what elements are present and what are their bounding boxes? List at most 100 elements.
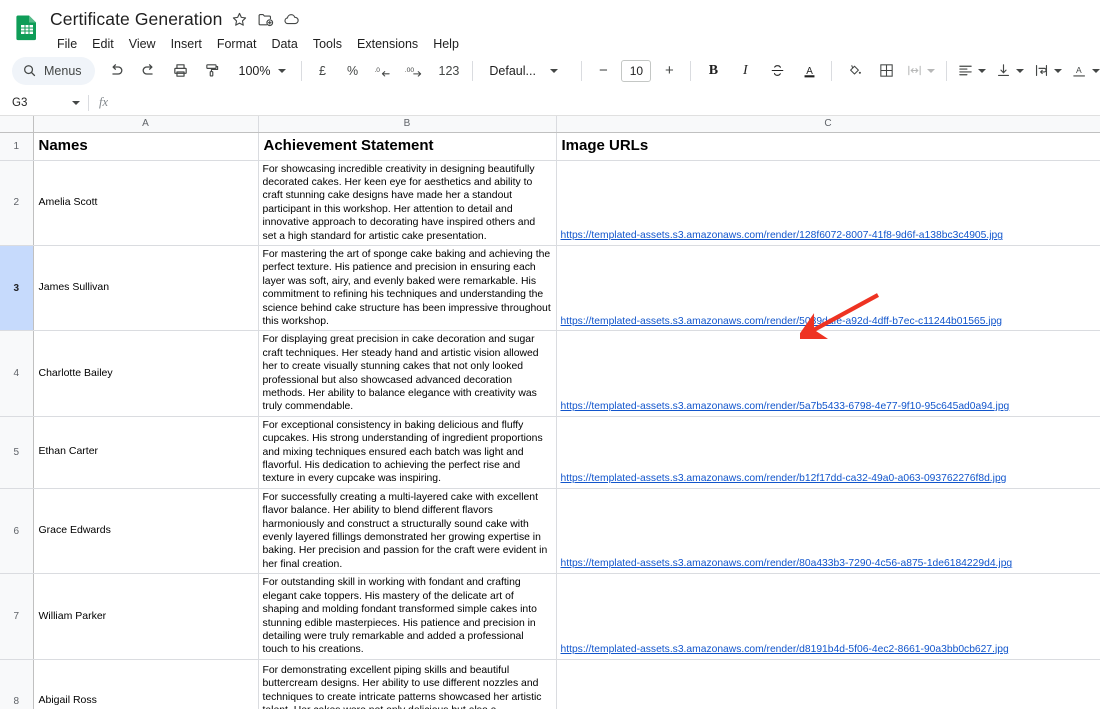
menu-edit[interactable]: Edit [85,34,121,54]
menu-data[interactable]: Data [264,34,304,54]
horizontal-align-button[interactable] [953,57,991,85]
borders-button[interactable] [872,57,900,85]
menu-insert[interactable]: Insert [164,34,209,54]
row-header-6[interactable]: 6 [0,488,34,575]
cell-c4[interactable]: https://templated-assets.s3.amazonaws.co… [556,330,1100,417]
cell-c3[interactable]: https://templated-assets.s3.amazonaws.co… [556,245,1100,332]
row-header-1[interactable]: 1 [0,132,34,161]
page-title[interactable]: Certificate Generation [50,9,222,30]
chevron-down-icon [927,68,936,73]
undo-button[interactable] [103,57,131,85]
increase-decimal-button[interactable]: .00 [402,57,430,85]
formula-input[interactable] [118,90,1100,115]
cell-b3[interactable]: For mastering the art of sponge cake bak… [258,245,557,332]
currency-format-button[interactable]: £ [309,57,337,85]
cell-c6[interactable]: https://templated-assets.s3.amazonaws.co… [556,488,1100,575]
cell-a6[interactable]: Grace Edwards [33,488,259,575]
column-header-b[interactable]: B [258,116,557,133]
row-header-7[interactable]: 7 [0,573,34,660]
font-size-input[interactable]: 10 [621,59,652,82]
image-url-link[interactable]: https://templated-assets.s3.amazonaws.co… [561,473,1007,484]
italic-button[interactable]: I [731,57,759,85]
menu-help[interactable]: Help [426,34,466,54]
increase-font-size-button[interactable]: + [655,57,683,85]
row-header-2[interactable]: 2 [0,160,34,246]
cell-a5[interactable]: Ethan Carter [33,416,259,489]
print-button[interactable] [167,57,195,85]
image-url-link[interactable]: https://templated-assets.s3.amazonaws.co… [561,316,1003,327]
cell-a8[interactable]: Abigail Ross [33,659,259,709]
row-header-3[interactable]: 3 [0,245,34,332]
more-formats-button[interactable]: 123 [433,57,466,85]
chevron-down-icon [978,68,987,73]
decrease-font-size-button[interactable]: − [589,57,617,85]
cell-b2[interactable]: For showcasing incredible creativity in … [258,160,557,246]
cell-c1[interactable]: Image URLs [556,132,1100,161]
spreadsheet-grid[interactable]: A B C 1 Names Achievement Statement Imag… [0,116,1100,709]
text-rotation-button[interactable]: A [1067,57,1100,85]
text-color-button[interactable]: A [795,57,823,85]
cell-b5[interactable]: For exceptional consistency in baking de… [258,416,557,489]
vertical-align-button[interactable] [991,57,1029,85]
image-url-link[interactable]: https://templated-assets.s3.amazonaws.co… [561,230,1003,241]
image-url-link[interactable]: https://templated-assets.s3.amazonaws.co… [561,644,1009,655]
cell-b1[interactable]: Achievement Statement [258,132,557,161]
table-row: 7 William Parker For outstanding skill i… [0,573,1100,660]
table-row: 8 Abigail Ross For demonstrating excelle… [0,659,1100,709]
column-header-c[interactable]: C [556,116,1100,133]
column-header-a[interactable]: A [33,116,259,133]
menus-search-button[interactable]: Menus [12,56,95,85]
table-row: 2 Amelia Scott For showcasing incredible… [0,160,1100,246]
sheet-table: A B C 1 Names Achievement Statement Imag… [0,116,1100,709]
star-icon[interactable] [231,11,248,28]
font-family-selector[interactable]: Defaul... [479,57,575,85]
cloud-saved-icon[interactable] [283,11,300,28]
cell-a2[interactable]: Amelia Scott [33,160,259,246]
cell-c7[interactable]: https://templated-assets.s3.amazonaws.co… [556,573,1100,660]
fill-color-button[interactable] [840,57,868,85]
cell-a7[interactable]: William Parker [33,573,259,660]
row-header-5[interactable]: 5 [0,416,34,489]
google-sheets-icon[interactable] [12,12,42,42]
table-row: 6 Grace Edwards For successfully creatin… [0,488,1100,575]
menu-file[interactable]: File [50,34,84,54]
toolbar-divider [946,60,948,81]
strikethrough-button[interactable] [763,57,791,85]
row-header-4[interactable]: 4 [0,330,34,417]
bold-button[interactable]: B [699,57,727,85]
percent-format-button[interactable]: % [339,57,367,85]
redo-button[interactable] [135,57,163,85]
row-header-8[interactable]: 8 [0,659,34,709]
image-url-link[interactable]: https://templated-assets.s3.amazonaws.co… [561,401,1010,412]
menus-chip-label: Menus [44,63,82,78]
menu-extensions[interactable]: Extensions [350,34,425,54]
move-to-folder-icon[interactable] [257,11,274,28]
menu-tools[interactable]: Tools [306,34,349,54]
toolbar-divider [831,60,833,81]
cell-a1[interactable]: Names [33,132,259,161]
cell-b7[interactable]: For outstanding skill in working with fo… [258,573,557,660]
cell-a3[interactable]: James Sullivan [33,245,259,332]
cell-b8[interactable]: For demonstrating excellent piping skill… [258,659,557,709]
zoom-level-label: 100% [238,63,271,78]
paint-format-button[interactable] [199,57,227,85]
cell-b4[interactable]: For displaying great precision in cake d… [258,330,557,417]
menu-format[interactable]: Format [210,34,264,54]
cell-c8[interactable] [556,659,1100,709]
title-bar: Certificate Generation File Edit View In… [0,0,1100,52]
decrease-decimal-button[interactable]: .0 [370,57,398,85]
name-box[interactable]: G3 [0,90,88,115]
image-url-link[interactable]: https://templated-assets.s3.amazonaws.co… [561,558,1013,569]
merge-cells-button[interactable] [902,57,940,85]
text-wrapping-button[interactable] [1029,57,1067,85]
cell-a4[interactable]: Charlotte Bailey [33,330,259,417]
menu-view[interactable]: View [122,34,163,54]
cell-b6[interactable]: For successfully creating a multi-layere… [258,488,557,575]
cell-c5[interactable]: https://templated-assets.s3.amazonaws.co… [556,416,1100,489]
toolbar-divider [581,60,583,81]
cell-c2[interactable]: https://templated-assets.s3.amazonaws.co… [556,160,1100,246]
formula-bar: G3 fx [0,90,1100,116]
select-all-corner[interactable] [0,116,34,133]
zoom-selector[interactable]: 100% [231,57,293,85]
chevron-down-icon [277,68,286,73]
